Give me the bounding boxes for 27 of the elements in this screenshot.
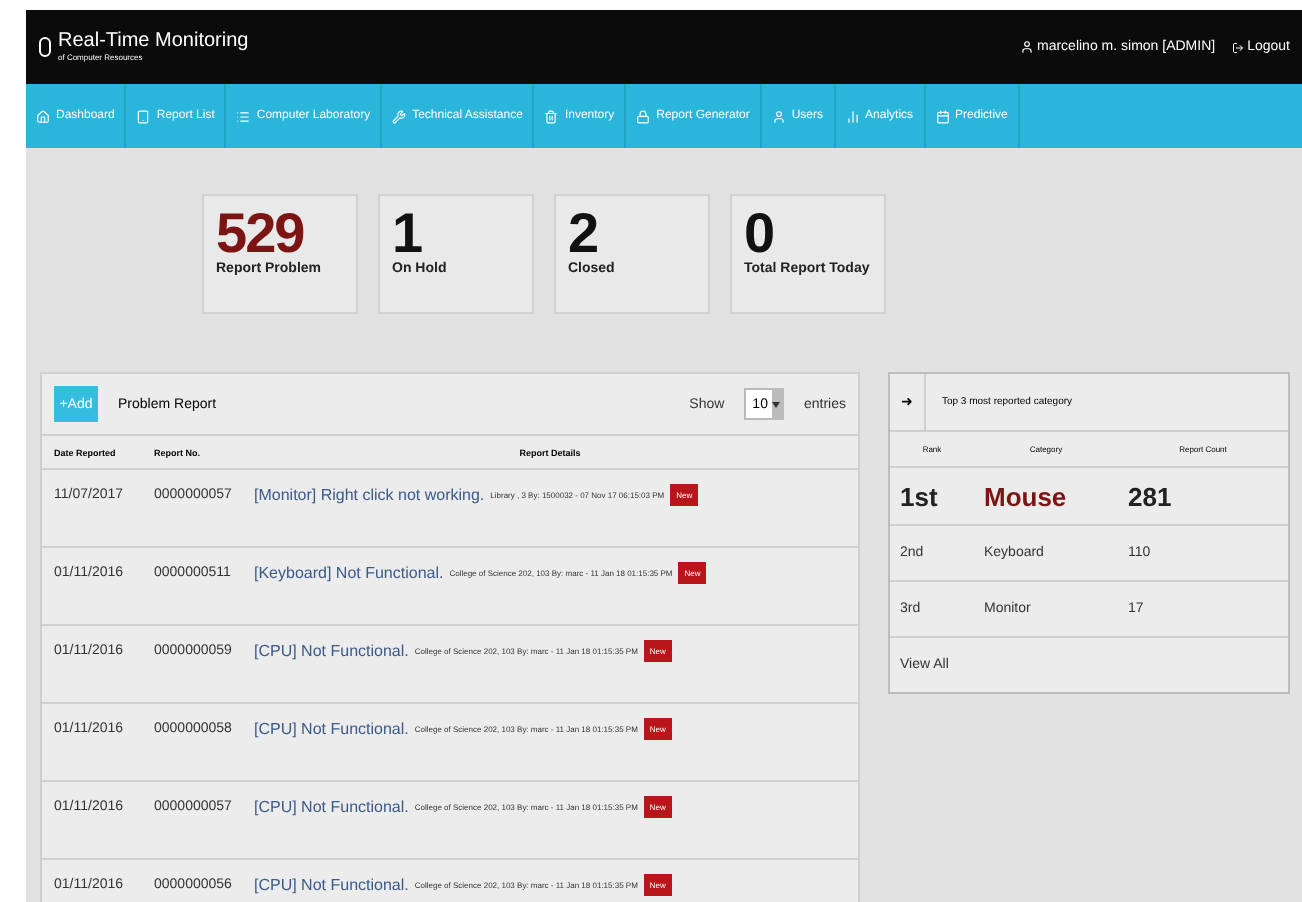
table-cell-text: Mouse — [981, 481, 1069, 511]
logout-icon — [1231, 41, 1244, 53]
report-link[interactable]: [CPU] Not Functional. — [254, 798, 409, 816]
report-link[interactable]: [CPU] Not Functional. — [254, 720, 409, 738]
app-title: Real-Time Monitoring — [58, 32, 249, 52]
table-cell-text: 281 — [1125, 481, 1174, 511]
bar-chart-icon — [845, 109, 860, 123]
report-link[interactable]: [CPU] Not Functional. — [254, 876, 409, 894]
user-icon — [771, 109, 786, 123]
wrench-icon — [392, 109, 407, 123]
stat-value: 529 — [216, 204, 304, 262]
user-icon — [1019, 40, 1033, 54]
logo-icon — [38, 36, 52, 58]
calendar-icon — [935, 109, 950, 123]
tablet-icon — [136, 109, 151, 123]
stat-value: 2 — [568, 204, 598, 262]
lock-icon — [636, 109, 651, 123]
stat-value: 0 — [744, 204, 774, 262]
report-link[interactable]: [Keyboard] Not Functional. — [254, 564, 444, 582]
caret-icon — [772, 401, 781, 407]
report-link[interactable]: [Monitor] Right click not working. — [254, 486, 485, 504]
list-icon — [236, 109, 251, 123]
trash-icon — [544, 109, 559, 123]
table-cell-text: 1st — [897, 481, 940, 511]
report-link[interactable]: [CPU] Not Functional. — [254, 642, 409, 660]
home-icon — [36, 109, 50, 123]
stat-value: 1 — [392, 204, 422, 262]
